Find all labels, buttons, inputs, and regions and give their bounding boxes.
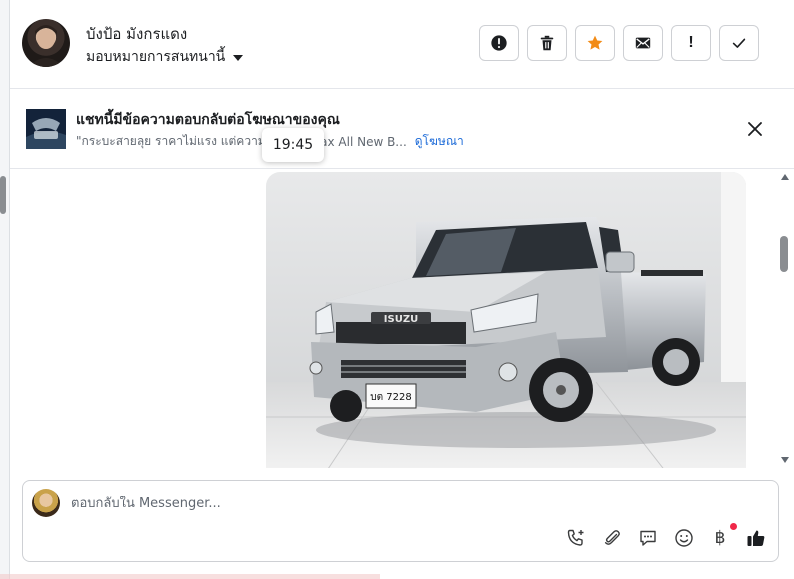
notification-dot [730,523,737,530]
contact-avatar[interactable] [22,19,70,67]
message-composer: ฿ [22,480,779,562]
alert-circle-icon [491,35,507,51]
assign-conversation-dropdown[interactable]: มอบหมายการสนทนานี้ [86,46,244,68]
scroll-up-arrow-icon[interactable] [781,174,789,180]
svg-text:บต 7228: บต 7228 [370,392,411,403]
delete-button[interactable] [527,25,567,61]
assign-label: มอบหมายการสนทนานี้ [86,49,226,65]
mail-button[interactable] [623,25,663,61]
like-button[interactable] [745,527,767,549]
caret-down-icon [233,55,244,61]
call-button[interactable] [565,527,587,549]
baht-icon: ฿ [714,528,726,547]
ad-reply-banner: แชทนี้มีข้อความตอบกลับต่อโฆษณาของคุณ "กร… [10,90,794,169]
important-button[interactable]: ! [671,25,711,61]
phone-plus-icon [567,529,584,546]
star-button[interactable] [575,25,615,61]
exclamation-label: ! [688,34,694,51]
thread-scrollbar[interactable] [778,170,792,468]
ad-caption: "กระบะสายลุย ราคาไม่แรง แต่ความเท่ [76,134,278,148]
reply-input[interactable] [71,496,671,511]
conversation-header: บังป้อ มังกรแดง มอบหมายการสนทนานี้ ! [10,0,794,89]
payment-button[interactable]: ฿ [709,523,737,549]
paperclip-icon [604,530,620,545]
star-icon [587,35,603,50]
svg-text:ISUZU: ISUZU [384,314,418,325]
contact-name[interactable]: บังป้อ มังกรแดง [86,22,187,46]
trash-icon [540,35,554,51]
view-ad-link[interactable]: ดูโฆษณา [415,132,464,151]
close-icon [748,122,762,136]
thumbs-up-icon [747,530,765,546]
smiley-icon [675,529,693,547]
scroll-down-arrow-icon[interactable] [781,457,789,463]
scrollbar-thumb[interactable] [780,236,788,272]
page-avatar [32,489,60,517]
chat-bubble-icon [640,530,656,546]
header-actions: ! [479,25,759,61]
ad-thumbnail[interactable] [26,109,66,149]
left-panel-edge [0,0,9,579]
close-banner-button[interactable] [744,118,766,140]
bottom-edge-strip [0,574,380,579]
message-image[interactable]: ISUZU บต 7228 [266,172,746,468]
saved-replies-button[interactable] [637,527,659,549]
timestamp-tooltip: 19:45 [262,128,324,162]
done-button[interactable] [719,25,759,61]
check-icon [732,38,746,48]
attach-button[interactable] [601,527,623,549]
report-button[interactable] [479,25,519,61]
emoji-button[interactable] [673,527,695,549]
left-scrollbar-thumb[interactable] [0,176,6,214]
composer-toolbar: ฿ [565,523,767,549]
envelope-icon [635,37,651,49]
message-thread: ISUZU บต 7228 [10,170,776,468]
